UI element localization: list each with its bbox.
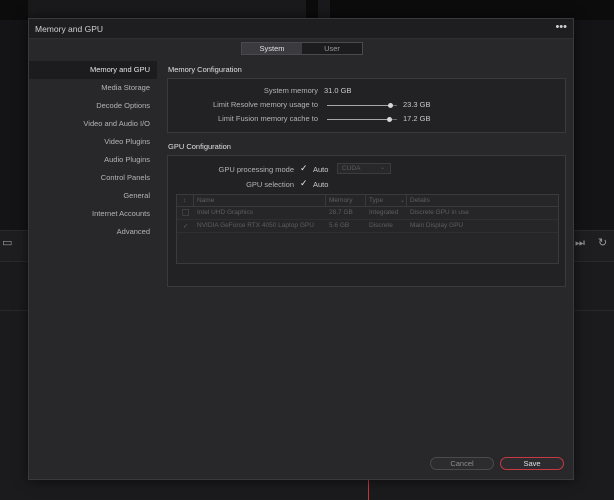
- sidebar-item-control-panels[interactable]: Control Panels: [29, 169, 157, 187]
- fusion-memory-value: 17.2 GB: [403, 114, 431, 123]
- tab-user[interactable]: User: [302, 43, 362, 54]
- memory-section-title: Memory Configuration: [168, 65, 242, 74]
- gpu-table: ↕ Name Memory Type ⌄ Details Intel UHD G…: [176, 194, 559, 264]
- gpu-panel: GPU processing mode ✓ Auto CUDA ⌄ GPU se…: [167, 155, 566, 287]
- gpu-section-title: GPU Configuration: [168, 142, 231, 151]
- column-memory[interactable]: Memory: [329, 197, 352, 204]
- gpu-selection-label: GPU selection: [246, 180, 294, 189]
- column-divider: [193, 195, 194, 207]
- playhead-line: [368, 480, 369, 500]
- gpu-memory: 28.7 GB: [329, 209, 353, 216]
- gpu-memory: 5.6 GB: [329, 222, 350, 229]
- gpu-name: NVIDIA GeForce RTX 4050 Laptop GPU: [197, 222, 314, 229]
- gpu-type: Integrated: [369, 209, 399, 216]
- gpu-selection-auto-checkbox[interactable]: ✓: [300, 179, 308, 188]
- gpu-details: Main Display GPU: [410, 222, 464, 229]
- cancel-button[interactable]: Cancel: [430, 457, 494, 470]
- background-tool-icon: ▭: [2, 237, 13, 249]
- slider-fill: [327, 119, 389, 120]
- tab-system[interactable]: System: [242, 43, 302, 54]
- slider-fill: [327, 105, 390, 106]
- column-divider: [365, 195, 366, 207]
- sidebar-item-decode-options[interactable]: Decode Options: [29, 97, 157, 115]
- sidebar-item-advanced[interactable]: Advanced: [29, 223, 157, 241]
- resolve-memory-label: Limit Resolve memory usage to: [212, 100, 318, 109]
- column-divider: [406, 195, 407, 207]
- gpu-name: Intel UHD Graphics: [197, 209, 253, 216]
- row-checkbox[interactable]: [182, 209, 189, 216]
- sidebar-item-video-plugins[interactable]: Video Plugins: [29, 133, 157, 151]
- background-topbar: [0, 0, 614, 20]
- dialog-titlebar: Memory and GPU •••: [29, 19, 573, 39]
- background-block: [0, 0, 28, 20]
- loop-icon[interactable]: ↻: [598, 238, 607, 249]
- gpu-processing-mode-label: GPU processing mode: [218, 165, 294, 174]
- sidebar-item-media-storage[interactable]: Media Storage: [29, 79, 157, 97]
- more-options-icon[interactable]: •••: [555, 21, 567, 33]
- gpu-selection-auto-label: Auto: [313, 180, 329, 189]
- processing-mode-select-value: CUDA: [342, 165, 361, 172]
- chevron-down-icon: ⌄: [379, 165, 385, 171]
- fusion-memory-slider[interactable]: [327, 117, 397, 122]
- processing-mode-auto-checkbox[interactable]: ✓: [300, 164, 308, 173]
- background-block: [330, 0, 614, 20]
- system-memory-value: 31.0 GB: [324, 86, 352, 95]
- gpu-table-header: ↕ Name Memory Type ⌄ Details: [177, 195, 558, 207]
- sidebar-item-video-and-audio-io[interactable]: Video and Audio I/O: [29, 115, 157, 133]
- sidebar-item-internet-accounts[interactable]: Internet Accounts: [29, 205, 157, 223]
- fusion-memory-row: Limit Fusion memory cache to 17.2 GB: [168, 114, 567, 124]
- processing-mode-select[interactable]: CUDA ⌄: [337, 163, 391, 174]
- fusion-memory-label: Limit Fusion memory cache to: [217, 114, 318, 123]
- preferences-sidebar: Memory and GPU Media Storage Decode Opti…: [29, 61, 157, 241]
- gpu-type: Discrete: [369, 222, 393, 229]
- column-divider: [325, 195, 326, 207]
- column-type[interactable]: Type: [369, 197, 383, 204]
- sidebar-item-general[interactable]: General: [29, 187, 157, 205]
- memory-panel: System memory 31.0 GB Limit Resolve memo…: [167, 78, 566, 133]
- column-type-chevron-icon: ⌄: [400, 198, 406, 204]
- preferences-dialog: Memory and GPU ••• System User Memory an…: [28, 18, 574, 480]
- resolve-memory-slider[interactable]: [327, 103, 397, 108]
- resolve-memory-row: Limit Resolve memory usage to 23.3 GB: [168, 100, 567, 110]
- row-checkbox[interactable]: ✓: [183, 222, 188, 230]
- system-memory-label: System memory: [263, 86, 318, 95]
- slider-knob[interactable]: [386, 117, 392, 122]
- column-name[interactable]: Name: [197, 197, 214, 204]
- system-memory-row: System memory 31.0 GB: [168, 86, 567, 96]
- column-sort-icon[interactable]: ↕: [183, 197, 186, 204]
- gpu-details: Discrete GPU in use: [410, 209, 469, 216]
- sidebar-item-audio-plugins[interactable]: Audio Plugins: [29, 151, 157, 169]
- sidebar-item-memory-and-gpu[interactable]: Memory and GPU: [29, 61, 157, 79]
- save-button[interactable]: Save: [500, 457, 564, 470]
- table-row[interactable]: ✓ NVIDIA GeForce RTX 4050 Laptop GPU 5.6…: [177, 220, 558, 233]
- slider-knob[interactable]: [388, 103, 393, 108]
- processing-mode-auto-label: Auto: [313, 165, 329, 174]
- column-details[interactable]: Details: [410, 197, 430, 204]
- table-row[interactable]: Intel UHD Graphics 28.7 GB Integrated Di…: [177, 207, 558, 220]
- dialog-title: Memory and GPU: [35, 24, 104, 34]
- next-frame-icon[interactable]: ⏭: [575, 238, 585, 249]
- background-block: [306, 0, 318, 20]
- preferences-tabs: System User: [241, 42, 363, 55]
- resolve-memory-value: 23.3 GB: [403, 100, 431, 109]
